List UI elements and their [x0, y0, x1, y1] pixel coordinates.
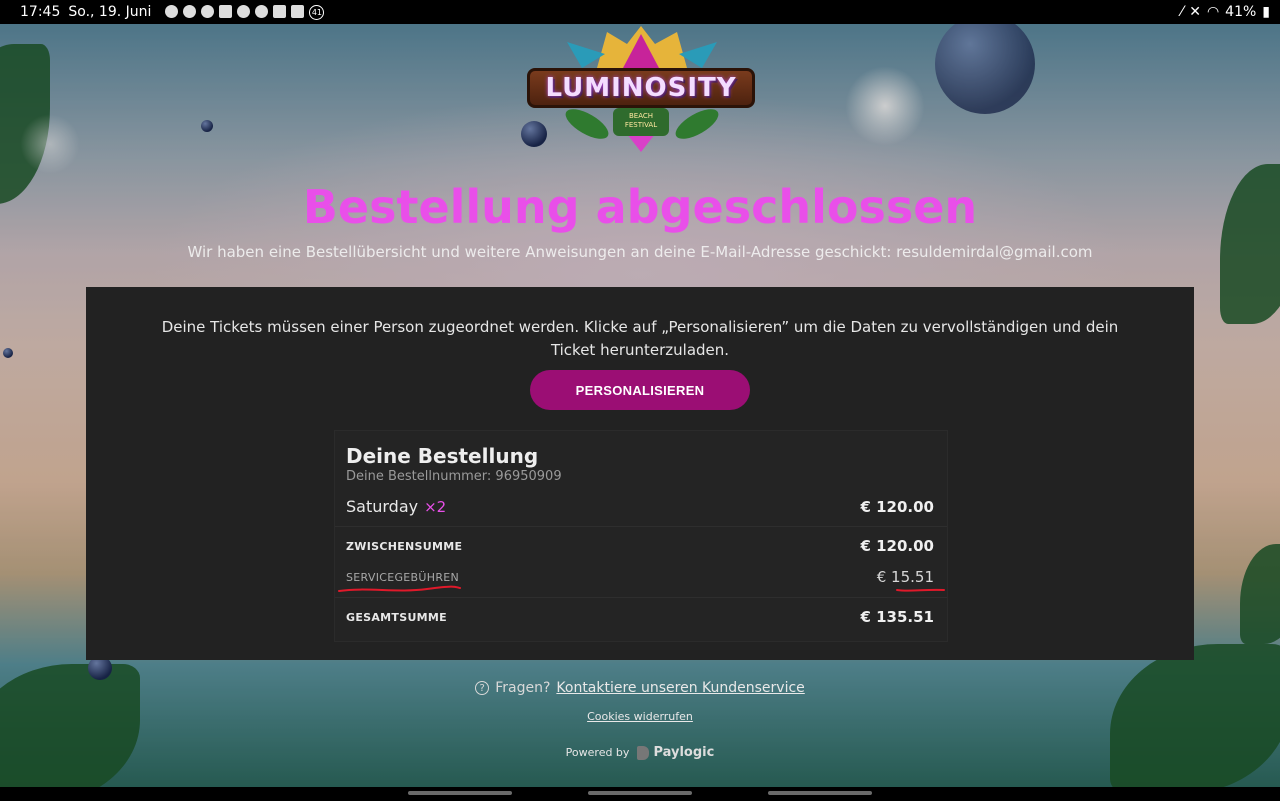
order-title: Deine Bestellung: [346, 444, 539, 468]
item-quantity: ×2: [424, 498, 447, 516]
account-icon: [255, 4, 269, 18]
service-fee-label: SERVICEGEBÜHREN: [346, 570, 460, 584]
clock: 17:45: [20, 4, 61, 20]
logo-wordmark: LUMINOSITY: [527, 68, 755, 108]
status-bar: 17:45 So., 19. Juni 41 ⁄ ✕ ◠ 41% ▮: [0, 0, 1280, 24]
item-price: € 120.00: [860, 497, 934, 516]
question-icon: ?: [475, 681, 490, 695]
powered-by: Powered by Paylogic: [0, 745, 1280, 760]
discord-icon: [183, 4, 197, 18]
total-label: GESAMTSUMME: [346, 610, 447, 624]
divider: [335, 597, 947, 598]
customer-service-link[interactable]: Kontaktiere unseren Kundenservice: [556, 680, 804, 696]
red-underline-annotation: [896, 588, 945, 592]
edit-off-icon: ⁄: [1180, 4, 1184, 20]
app-icon: [219, 4, 233, 18]
mute-icon: ✕: [1189, 4, 1201, 20]
confirmation-message: Wir haben eine Bestellübersicht und weit…: [187, 243, 1093, 261]
service-fee-value: € 15.51: [876, 568, 934, 586]
divider: [335, 526, 947, 527]
powered-by-label: Powered by: [565, 746, 630, 759]
chrome-icon: [237, 4, 251, 18]
battery-icon: ▮: [1262, 4, 1270, 20]
order-panel: Deine Tickets müssen einer Person zugeor…: [86, 287, 1194, 660]
wifi-icon: ◠: [1206, 4, 1220, 20]
paylogic-logo: Paylogic: [637, 745, 714, 760]
order-summary: Deine Bestellung Deine Bestellnummer: 96…: [334, 430, 948, 642]
order-line-item: Saturday ×2 € 120.00: [346, 497, 934, 516]
order-number: Deine Bestellnummer: 96950909: [346, 469, 562, 484]
nav-home-handle[interactable]: [588, 791, 692, 795]
gallery-icon: [291, 4, 305, 18]
total-row: GESAMTSUMME € 135.51: [346, 608, 934, 626]
nav-back-handle[interactable]: [768, 791, 872, 795]
battery-level: 41%: [1225, 4, 1257, 20]
red-underline-annotation: [338, 585, 461, 592]
cookies-row: Cookies widerrufen: [0, 710, 1280, 723]
system-nav-bar: [0, 787, 1280, 801]
subtotal-value: € 120.00: [860, 537, 934, 555]
nav-recents-handle[interactable]: [408, 791, 512, 795]
notification-icons: 41: [165, 4, 325, 20]
festival-logo: LUMINOSITY BEACH FESTIVAL: [527, 24, 755, 152]
f1-icon: [273, 4, 287, 18]
page-title: Bestellung abgeschlossen: [302, 180, 978, 234]
help-question: Fragen?: [495, 680, 551, 696]
date: So., 19. Juni: [68, 4, 152, 20]
messenger-icon: [201, 4, 215, 18]
paylogic-icon: [637, 745, 650, 760]
paylogic-wordmark: Paylogic: [653, 745, 715, 760]
subtotal-label: ZWISCHENSUMME: [346, 539, 463, 553]
revoke-cookies-link[interactable]: Cookies widerrufen: [587, 710, 693, 723]
total-value: € 135.51: [860, 608, 934, 626]
subtotal-row: ZWISCHENSUMME € 120.00: [346, 537, 934, 555]
personalize-button[interactable]: PERSONALISIEREN: [530, 370, 750, 410]
personalization-notice: Deine Tickets müssen einer Person zugeor…: [161, 318, 1119, 359]
telegram-icon: [165, 4, 179, 18]
notification-count-badge: 41: [309, 4, 325, 20]
help-row: ? Fragen? Kontaktiere unseren Kundenserv…: [0, 680, 1280, 696]
logo-subtitle: BEACH FESTIVAL: [613, 108, 669, 136]
item-name: Saturday: [346, 497, 419, 516]
